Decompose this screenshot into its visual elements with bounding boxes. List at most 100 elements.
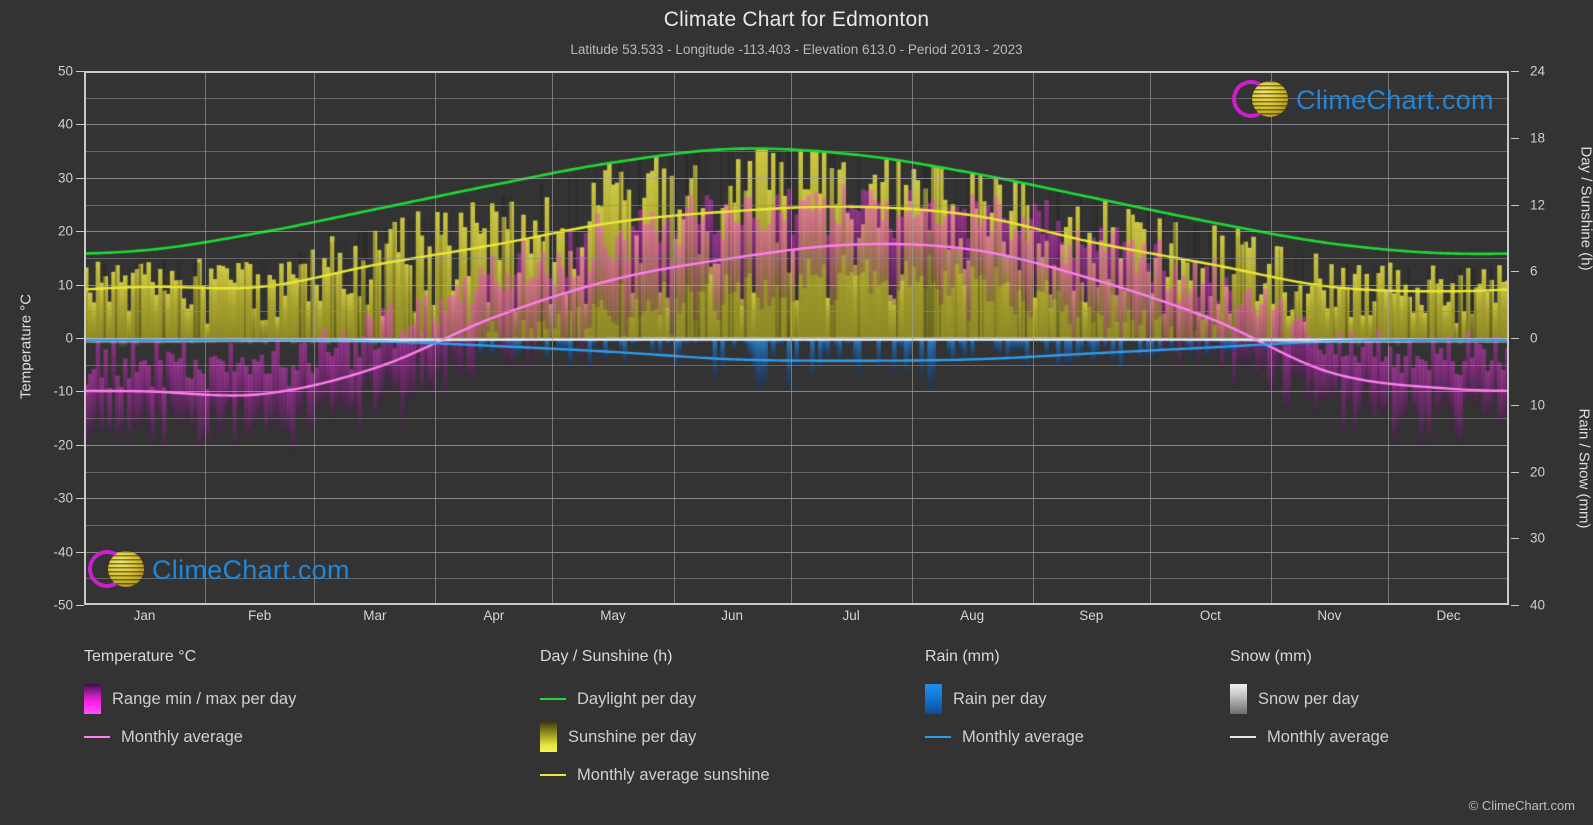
x-axis-tick-label-dec: Dec — [1436, 608, 1461, 623]
gridline-horizontal — [84, 71, 1509, 72]
y-axis-right-hours-tick-label: 0 — [1530, 330, 1538, 346]
y-axis-right-precip-tick-label: 40 — [1530, 597, 1546, 613]
chart-legend: Temperature °C Range min / max per day Mon… — [0, 648, 1593, 808]
copyright-notice: © ClimeChart.com — [1468, 798, 1575, 813]
gridline-vertical — [1149, 71, 1151, 605]
y-axis-left-tick-mark — [76, 124, 84, 126]
y-axis-left-tick-mark — [76, 338, 84, 339]
x-axis-tick-label-sep: Sep — [1079, 608, 1104, 623]
gridline-vertical — [314, 71, 316, 605]
y-axis-left-tick-label: 30 — [57, 170, 73, 186]
y-axis-left-tick-mark — [76, 231, 84, 233]
y-axis-left-tick-label: -30 — [53, 490, 73, 506]
climate-chart-page: Climate Chart for Edmonton Latitude 53.5… — [0, 0, 1593, 825]
legend-item-label: Range min / max per day — [112, 689, 297, 708]
legend-swatch-icon — [1230, 684, 1247, 714]
gridline-horizontal — [84, 177, 1509, 179]
gridline-horizontal — [84, 284, 1509, 286]
gridline-horizontal — [84, 257, 1509, 259]
watermark-text: ClimeChart.com — [152, 554, 350, 585]
legend-swatch-icon — [540, 722, 557, 752]
legend-item-label: Rain per day — [953, 689, 1047, 708]
y-axis-right-hours-tick-mark — [1511, 137, 1519, 139]
y-axis-left-tick-mark — [76, 71, 84, 72]
x-axis-tick-label-feb: Feb — [248, 608, 272, 623]
legend-item-label: Daylight per day — [577, 689, 697, 708]
x-axis-tick-label-nov: Nov — [1317, 608, 1342, 623]
y-axis-right-hours-tick-label: 6 — [1530, 263, 1538, 279]
legend-group-snow-mm: Snow (mm) Snow per day Monthly average — [1230, 648, 1389, 756]
y-axis-right-precip-tick-mark — [1511, 605, 1519, 606]
gridline-vertical — [673, 71, 675, 605]
gridline-vertical — [1387, 71, 1389, 605]
legend-item[interactable]: Daylight per day — [540, 680, 770, 718]
legend-item[interactable]: Snow per day — [1230, 680, 1389, 718]
y-axis-left-tick-label: -20 — [53, 437, 73, 453]
climechart-logo-icon — [1232, 78, 1294, 122]
gridline-horizontal — [84, 311, 1509, 313]
gridline-horizontal — [84, 391, 1509, 393]
y-axis-right-bottom-title: Rain / Snow (mm) — [1575, 408, 1593, 529]
legend-line-icon — [1230, 736, 1256, 738]
y-axis-left-tick-mark — [76, 498, 84, 500]
y-axis-left-tick-label: 10 — [57, 277, 73, 293]
legend-item[interactable]: Monthly average — [84, 718, 296, 756]
y-axis-left-tick-label: -40 — [53, 544, 73, 560]
legend-item-label: Monthly average — [121, 727, 243, 746]
gridline-vertical — [1032, 71, 1034, 605]
gridline-horizontal — [84, 231, 1509, 233]
legend-swatch-icon — [925, 684, 942, 714]
legend-group-temperature-c: Temperature °C Range min / max per day Mon… — [84, 648, 296, 756]
watermark-logo-top: ClimeChart.com — [1232, 78, 1494, 122]
x-axis-tick-label-apr: Apr — [483, 608, 505, 623]
y-axis-left-tick-label: 40 — [57, 116, 73, 132]
legend-line-icon — [540, 698, 566, 700]
climechart-logo-icon — [88, 548, 150, 592]
legend-item-label: Monthly average — [1267, 727, 1389, 746]
gridline-horizontal — [84, 418, 1509, 420]
y-axis-right-precip-tick-mark — [1511, 471, 1519, 473]
legend-item[interactable]: Range min / max per day — [84, 680, 296, 718]
legend-item[interactable]: Sunshine per day — [540, 718, 770, 756]
x-axis-tick-label-jan: Jan — [133, 608, 156, 623]
y-axis-left-tick-mark — [76, 444, 84, 446]
y-axis-left-tick-label: -10 — [53, 383, 73, 399]
gridline-horizontal — [84, 364, 1509, 366]
legend-group-rain-mm: Rain (mm) Rain per day Monthly average — [925, 648, 1084, 756]
y-axis-right-hours-tick-mark — [1511, 204, 1519, 206]
legend-item[interactable]: Rain per day — [925, 680, 1084, 718]
y-axis-left-tick-label: -50 — [53, 597, 73, 613]
x-axis-tick-label-mar: Mar — [363, 608, 387, 623]
legend-item-label: Snow per day — [1258, 689, 1359, 708]
y-axis-right-precip-tick-mark — [1511, 538, 1519, 540]
y-axis-right-precip-tick-label: 30 — [1530, 530, 1546, 546]
y-axis-right-hours-tick-label: 18 — [1530, 130, 1546, 146]
y-axis-right-top-title: Day / Sunshine (h) — [1577, 146, 1593, 271]
y-axis-right-hours-tick-label: 24 — [1530, 63, 1546, 79]
legend-item-label: Monthly average sunshine — [577, 765, 770, 784]
legend-group-title: Temperature °C — [84, 648, 197, 665]
gridline-vertical — [911, 71, 913, 605]
gridline-horizontal — [84, 471, 1509, 473]
y-axis-left-tick-mark — [76, 391, 84, 393]
gridline-horizontal — [84, 204, 1509, 206]
legend-line-icon — [925, 736, 951, 738]
y-axis-right-precip-tick-label: 20 — [1530, 464, 1546, 479]
legend-item[interactable]: Monthly average — [1230, 718, 1389, 756]
logo-sun-sphere-icon — [108, 551, 144, 587]
legend-swatch-icon — [84, 684, 101, 714]
legend-item[interactable]: Monthly average — [925, 718, 1084, 756]
gridline-vertical — [435, 71, 437, 605]
gridline-vertical — [1270, 71, 1272, 605]
legend-group-title: Snow (mm) — [1230, 648, 1312, 665]
legend-item[interactable]: Monthly average sunshine — [540, 756, 770, 794]
x-axis-tick-label-jun: Jun — [721, 608, 743, 623]
gridline-horizontal — [84, 444, 1509, 446]
legend-line-icon — [84, 736, 110, 738]
y-axis-left-tick-mark — [76, 605, 84, 606]
y-axis-left-tick-label: 20 — [57, 223, 73, 239]
logo-sun-sphere-icon — [1252, 81, 1288, 117]
y-axis-right-hours-tick-mark — [1511, 338, 1519, 339]
y-axis-right-hours-tick-label: 12 — [1530, 197, 1546, 212]
y-axis-left-tick-mark — [76, 177, 84, 179]
